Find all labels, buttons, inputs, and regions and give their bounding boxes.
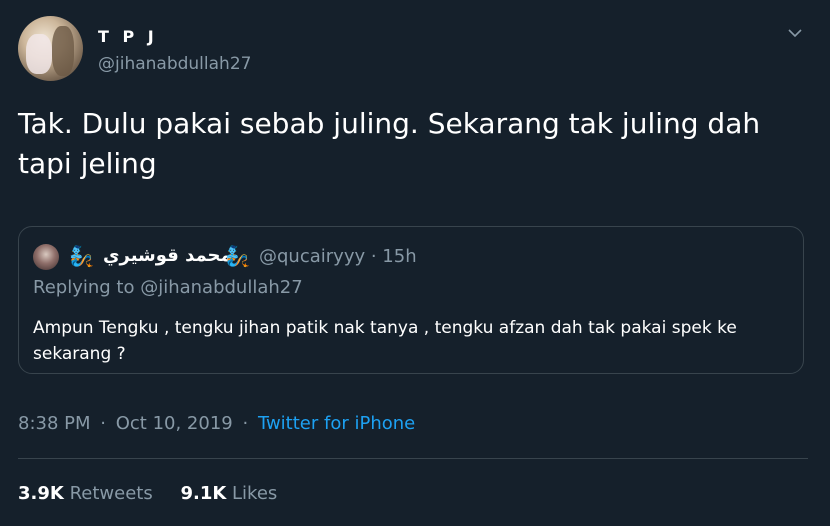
likes-label: Likes [232, 483, 278, 504]
tweet-timestamp: 8:38 PM · Oct 10, 2019 · Twitter for iPh… [18, 413, 415, 434]
tweet-source-link[interactable]: Twitter for iPhone [258, 413, 415, 434]
likes-count: 9.1K [180, 483, 227, 504]
replying-to: Replying to @jihanabdullah27 [33, 277, 303, 298]
separator: · [100, 413, 106, 434]
avatar-photo-detail [26, 34, 52, 74]
quoted-display-name[interactable]: محمد قوشيري [103, 241, 232, 271]
retweets-stat[interactable]: 3.9K Retweets [18, 483, 153, 504]
quoted-text: Ampun Tengku , tengku jihan patik nak ta… [33, 318, 737, 364]
retweets-count: 3.9K [18, 483, 64, 504]
divider [18, 458, 808, 459]
quoted-avatar[interactable] [33, 244, 59, 270]
quoted-handle-time: @qucairyyy · 15h [259, 246, 417, 267]
tweet-card: T P J @jihanabdullah27 Tak. Dulu pakai s… [0, 0, 830, 526]
profile-avatar[interactable] [18, 16, 83, 81]
display-name[interactable]: T P J [98, 27, 158, 46]
user-handle[interactable]: @jihanabdullah27 [98, 54, 251, 74]
avatar-photo-detail [52, 26, 74, 76]
quoted-tweet[interactable]: 🧞 محمد قوشيري 🧞 @qucairyyy · 15h Replyin… [18, 226, 804, 374]
genie-emoji-icon: 🧞 [69, 244, 94, 268]
separator: · [242, 413, 249, 434]
chevron-down-icon[interactable] [786, 26, 804, 40]
likes-stat[interactable]: 9.1K Likes [180, 483, 277, 504]
genie-emoji-icon: 🧞 [225, 244, 250, 268]
retweets-label: Retweets [69, 483, 153, 504]
tweet-text: Tak. Dulu pakai sebab juling. Sekarang t… [18, 107, 761, 180]
tweet-time[interactable]: 8:38 PM [18, 413, 91, 434]
tweet-date[interactable]: Oct 10, 2019 [116, 413, 233, 434]
tweet-stats: 3.9K Retweets 9.1K Likes [18, 483, 299, 504]
